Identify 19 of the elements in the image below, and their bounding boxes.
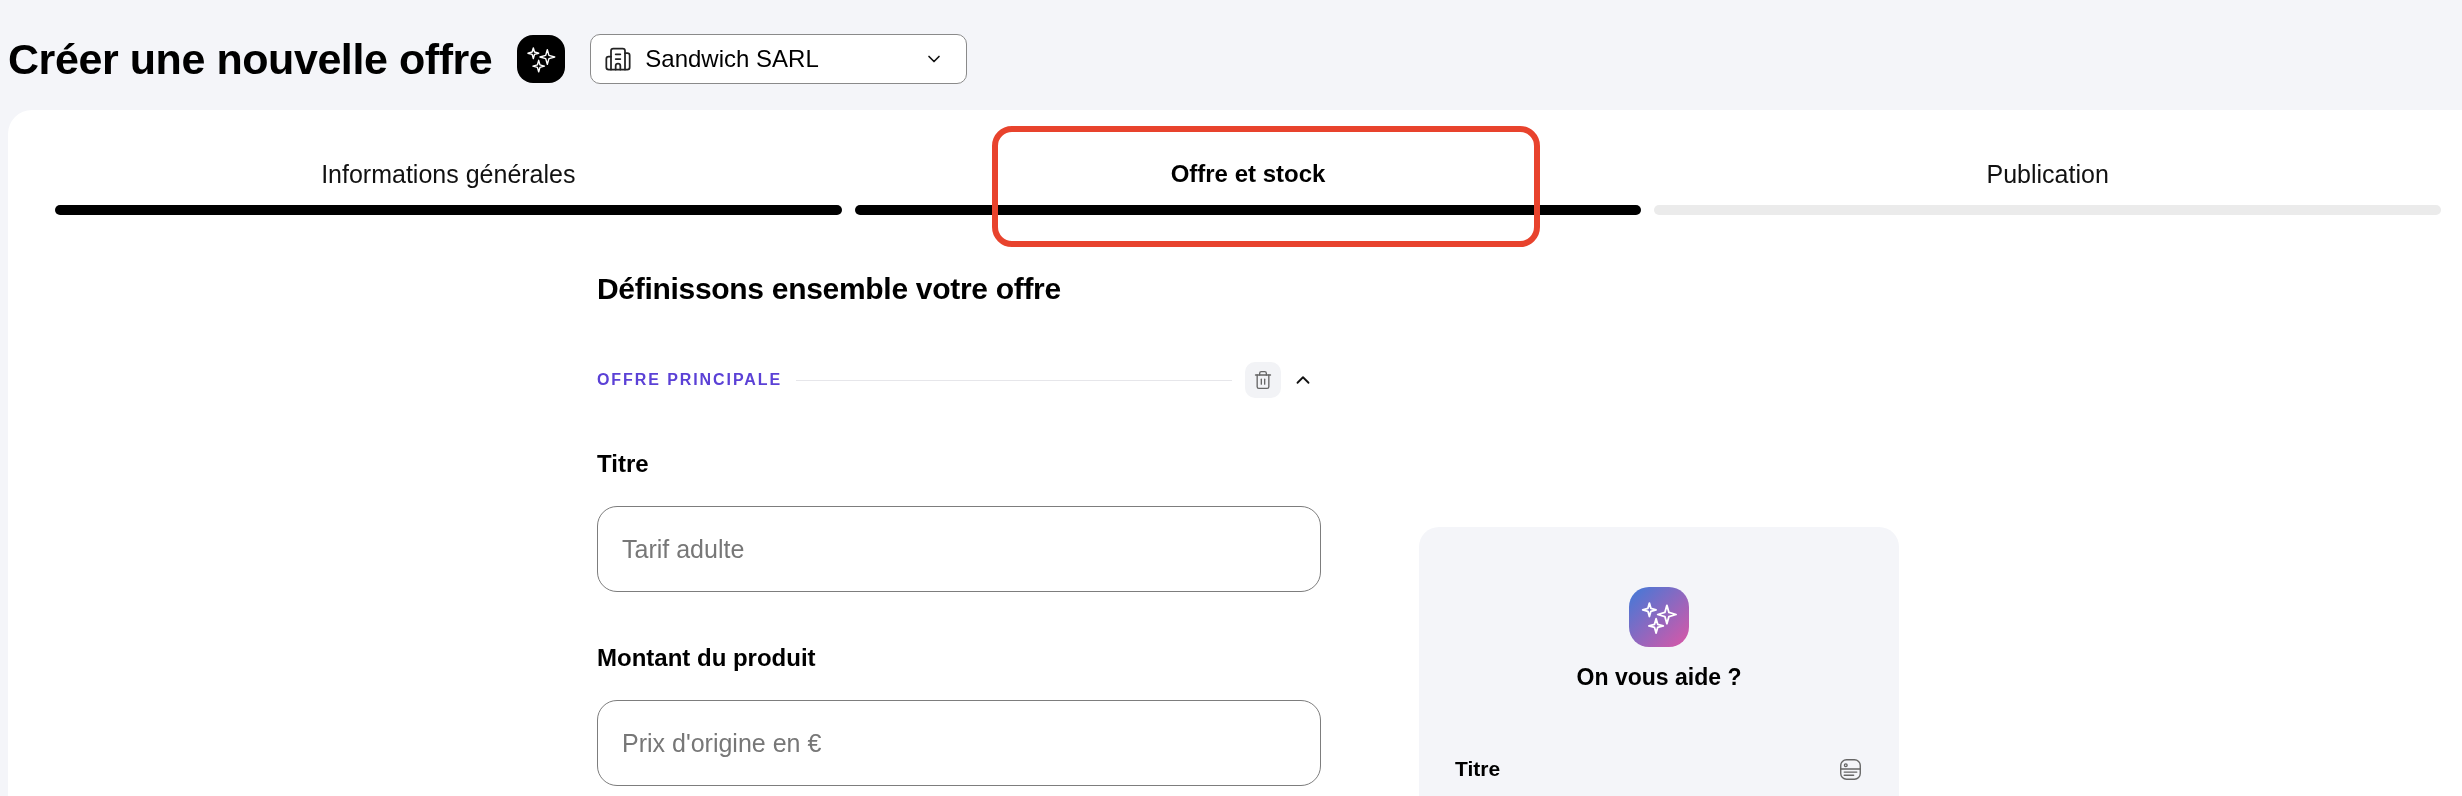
help-item-label: Titre — [1455, 756, 1501, 782]
building-icon — [604, 45, 633, 73]
sparkles-icon[interactable] — [517, 35, 566, 83]
delete-button[interactable] — [1245, 362, 1281, 398]
text-field[interactable]: Tarif adulte — [597, 506, 1321, 592]
company-select[interactable]: Sandwich SARL — [590, 34, 968, 84]
field-label: Titre — [597, 450, 650, 478]
text-field[interactable]: Prix d'origine en € — [597, 700, 1321, 786]
tab[interactable]: Offre et stock — [1170, 159, 1326, 189]
form-heading: Définissons ensemble votre offre — [597, 271, 1062, 307]
sparkles-icon — [1629, 587, 1689, 647]
tab[interactable]: Publication — [1986, 159, 2109, 189]
trash-icon — [1253, 370, 1273, 390]
page-title: Créer une nouvelle offre — [8, 34, 493, 84]
section-title: OFFRE PRINCIPALE — [597, 370, 783, 390]
tab[interactable]: Informations générales — [321, 159, 576, 189]
text-card-icon — [1840, 758, 1861, 780]
help-title: On vous aide ? — [1576, 663, 1742, 692]
field-label: Montant du produit — [597, 644, 817, 672]
